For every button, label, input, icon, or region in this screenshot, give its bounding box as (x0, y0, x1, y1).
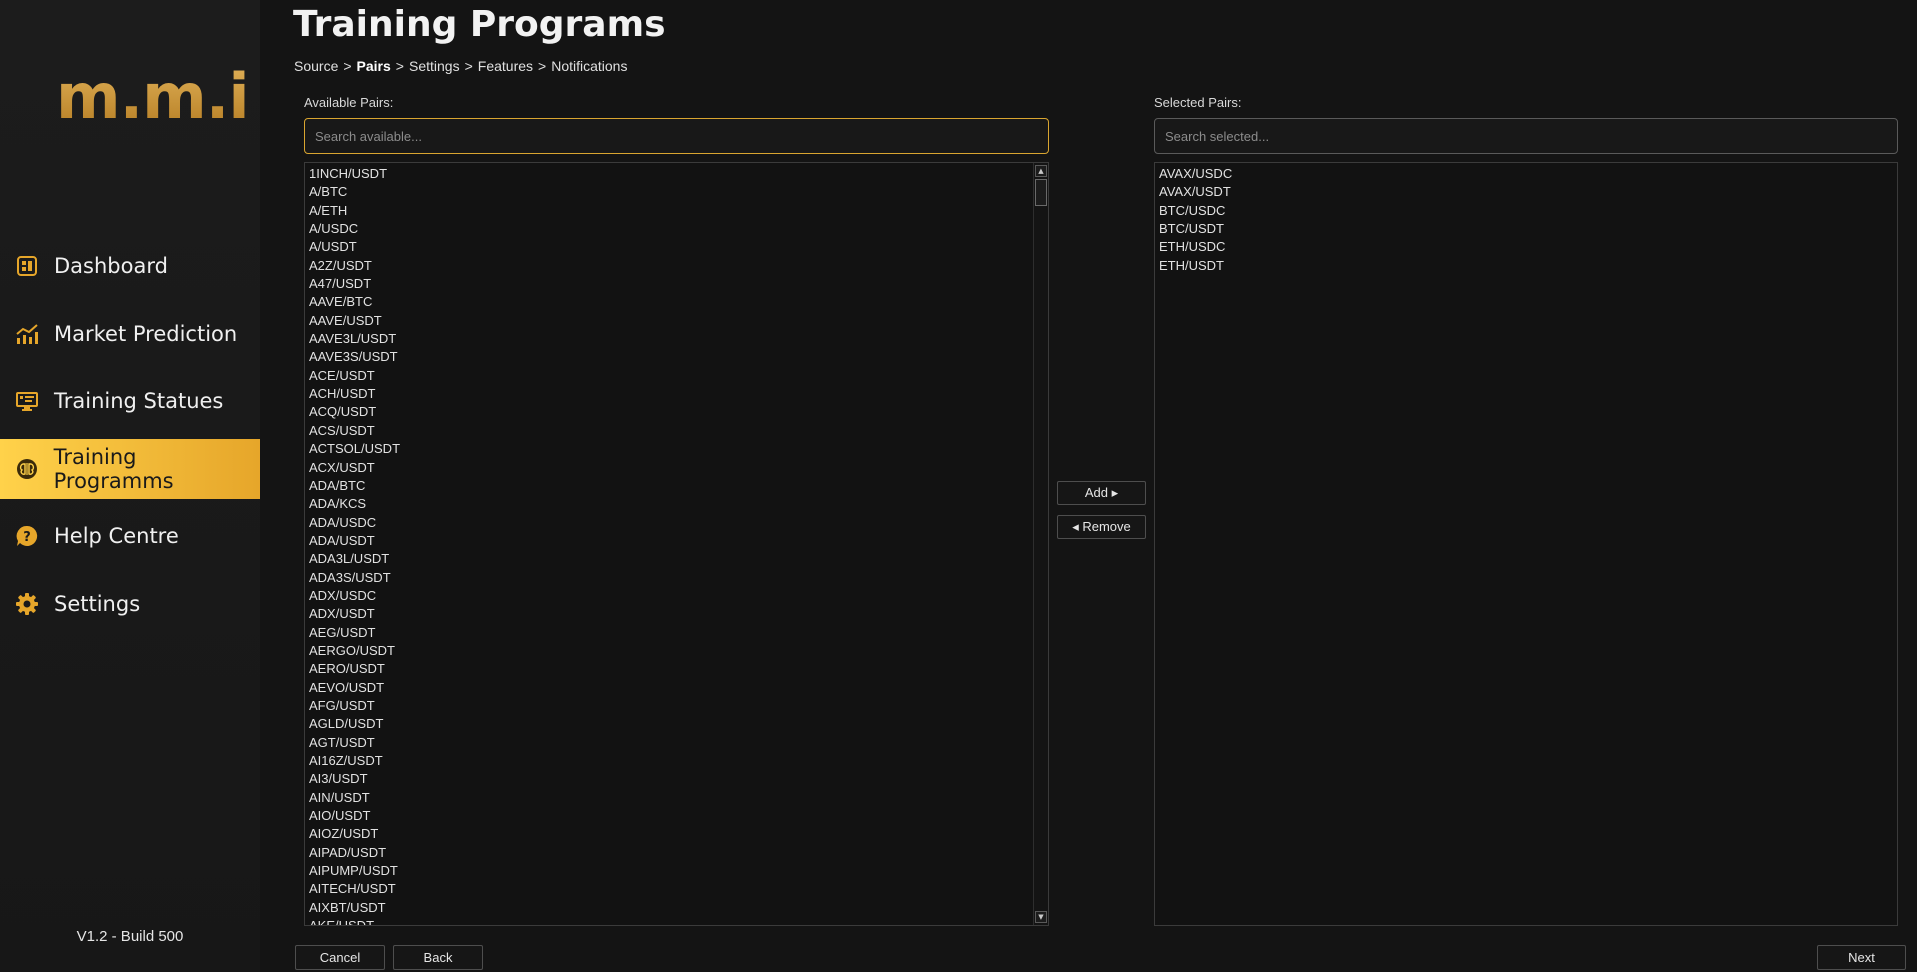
back-button[interactable]: Back (393, 945, 483, 970)
list-item[interactable]: ETH/USDC (1159, 238, 1897, 256)
selected-search-input[interactable] (1154, 118, 1898, 154)
list-item[interactable]: AAVE3L/USDT (309, 330, 1048, 348)
list-item[interactable]: AFG/USDT (309, 697, 1048, 715)
next-button[interactable]: Next (1817, 945, 1906, 970)
sidebar-item-label: Market Prediction (54, 321, 238, 346)
list-item[interactable]: AEG/USDT (309, 624, 1048, 642)
monitor-icon (14, 388, 40, 414)
breadcrumb-separator: > (464, 58, 473, 74)
selected-pairs-label: Selected Pairs: (1154, 95, 1242, 110)
list-item[interactable]: ADA/BTC (309, 477, 1048, 495)
scroll-down-arrow-icon[interactable]: ▼ (1035, 911, 1047, 923)
list-item[interactable]: AI3/USDT (309, 770, 1048, 788)
sidebar-item-label: Settings (54, 591, 141, 616)
scroll-up-arrow-icon[interactable]: ▲ (1035, 165, 1047, 177)
list-item[interactable]: AIPAD/USDT (309, 844, 1048, 862)
list-item[interactable]: AGT/USDT (309, 734, 1048, 752)
sidebar-item-market-prediction[interactable]: Market Prediction (0, 304, 260, 364)
list-item[interactable]: ACTSOL/USDT (309, 440, 1048, 458)
sidebar: m.m.i Dashboard Market Prediction Traini… (0, 0, 260, 972)
list-item[interactable]: ACE/USDT (309, 367, 1048, 385)
selected-pairs-list[interactable]: AVAX/USDC AVAX/USDT BTC/USDC BTC/USDT ETH/US… (1154, 162, 1898, 926)
available-items: 1INCH/USDT A/BTC A/ETH A/USDC A/USDT A2Z/USDT… (305, 163, 1048, 925)
sidebar-item-dashboard[interactable]: Dashboard (0, 236, 260, 296)
list-item[interactable]: AI16Z/USDT (309, 752, 1048, 770)
list-item[interactable]: ADX/USDC (309, 587, 1048, 605)
list-item[interactable]: AERO/USDT (309, 660, 1048, 678)
chart-icon (14, 321, 40, 347)
list-item[interactable]: AVAX/USDC (1159, 165, 1897, 183)
available-pairs-list[interactable]: 1INCH/USDT A/BTC A/ETH A/USDC A/USDT A2Z/USDT… (304, 162, 1049, 926)
breadcrumb-pairs[interactable]: Pairs (357, 58, 391, 74)
list-item[interactable]: AVAX/USDT (1159, 183, 1897, 201)
list-item[interactable]: AKE/USDT (309, 917, 1048, 925)
list-item[interactable]: ACH/USDT (309, 385, 1048, 403)
page-title: Training Programs (293, 4, 666, 45)
list-item[interactable]: ACQ/USDT (309, 403, 1048, 421)
brain-icon (14, 456, 40, 482)
breadcrumb-source[interactable]: Source (294, 58, 338, 74)
list-item[interactable]: AIN/USDT (309, 789, 1048, 807)
list-item[interactable]: ADX/USDT (309, 605, 1048, 623)
version-label: V1.2 - Build 500 (76, 928, 184, 945)
list-item[interactable]: AERGO/USDT (309, 642, 1048, 660)
list-item[interactable]: AGLD/USDT (309, 715, 1048, 733)
breadcrumb-separator: > (343, 58, 352, 74)
help-icon: ? (14, 523, 40, 549)
list-item[interactable]: AIXBT/USDT (309, 899, 1048, 917)
sidebar-item-label: Training Statues (54, 389, 224, 413)
list-item[interactable]: AAVE/BTC (309, 293, 1048, 311)
list-item[interactable]: ADA/USDC (309, 514, 1048, 532)
list-item[interactable]: A/ETH (309, 202, 1048, 220)
available-search-input[interactable] (304, 118, 1049, 154)
scrollbar-thumb[interactable] (1035, 179, 1047, 206)
app-logo: m.m.i (56, 60, 250, 133)
selected-items: AVAX/USDC AVAX/USDT BTC/USDC BTC/USDT ETH/US… (1155, 163, 1897, 275)
list-item[interactable]: BTC/USDC (1159, 202, 1897, 220)
cancel-button[interactable]: Cancel (295, 945, 385, 970)
sidebar-item-label: Help Centre (54, 524, 179, 548)
gear-icon (14, 591, 40, 617)
list-item[interactable]: A/USDT (309, 238, 1048, 256)
list-item[interactable]: AAVE/USDT (309, 312, 1048, 330)
list-item[interactable]: AAVE3S/USDT (309, 348, 1048, 366)
breadcrumb-settings[interactable]: Settings (409, 58, 460, 74)
list-item[interactable]: ACS/USDT (309, 422, 1048, 440)
add-button[interactable]: Add ▸ (1057, 481, 1146, 505)
list-item[interactable]: ADA3S/USDT (309, 569, 1048, 587)
sidebar-item-training-statues[interactable]: Training Statues (0, 371, 260, 431)
breadcrumb-features[interactable]: Features (478, 58, 533, 74)
list-item[interactable]: A2Z/USDT (309, 257, 1048, 275)
available-scrollbar[interactable]: ▲ ▼ (1033, 163, 1048, 925)
list-item[interactable]: ETH/USDT (1159, 257, 1897, 275)
list-item[interactable]: A/BTC (309, 183, 1048, 201)
list-item[interactable]: AITECH/USDT (309, 880, 1048, 898)
list-item[interactable]: AIOZ/USDT (309, 825, 1048, 843)
list-item[interactable]: BTC/USDT (1159, 220, 1897, 238)
list-item[interactable]: ADA/USDT (309, 532, 1048, 550)
breadcrumb: Source > Pairs > Settings > Features > Notificat… (294, 58, 627, 74)
list-item[interactable]: AIO/USDT (309, 807, 1048, 825)
dashboard-icon (14, 253, 40, 279)
sidebar-item-settings[interactable]: Settings (0, 574, 260, 634)
sidebar-item-training-programms[interactable]: Training Programms (0, 438, 260, 499)
list-item[interactable]: A/USDC (309, 220, 1048, 238)
list-item[interactable]: 1INCH/USDT (309, 165, 1048, 183)
list-item[interactable]: ACX/USDT (309, 459, 1048, 477)
breadcrumb-notifications[interactable]: Notifications (551, 58, 627, 74)
sidebar-item-label: Training Programms (53, 444, 174, 493)
svg-text:?: ? (23, 530, 31, 545)
remove-button[interactable]: ◂ Remove (1057, 515, 1146, 539)
breadcrumb-separator: > (395, 58, 404, 74)
list-item[interactable]: ADA/KCS (309, 495, 1048, 513)
sidebar-item-help-centre[interactable]: ? Help Centre (0, 506, 260, 566)
list-item[interactable]: ADA3L/USDT (309, 550, 1048, 568)
breadcrumb-separator: > (538, 58, 547, 74)
list-item[interactable]: AEVO/USDT (309, 679, 1048, 697)
available-pairs-label: Available Pairs: (304, 95, 394, 110)
sidebar-nav: Dashboard Market Prediction Training Sta… (0, 236, 260, 641)
list-item[interactable]: AIPUMP/USDT (309, 862, 1048, 880)
sidebar-item-label: Dashboard (54, 254, 168, 278)
list-item[interactable]: A47/USDT (309, 275, 1048, 293)
